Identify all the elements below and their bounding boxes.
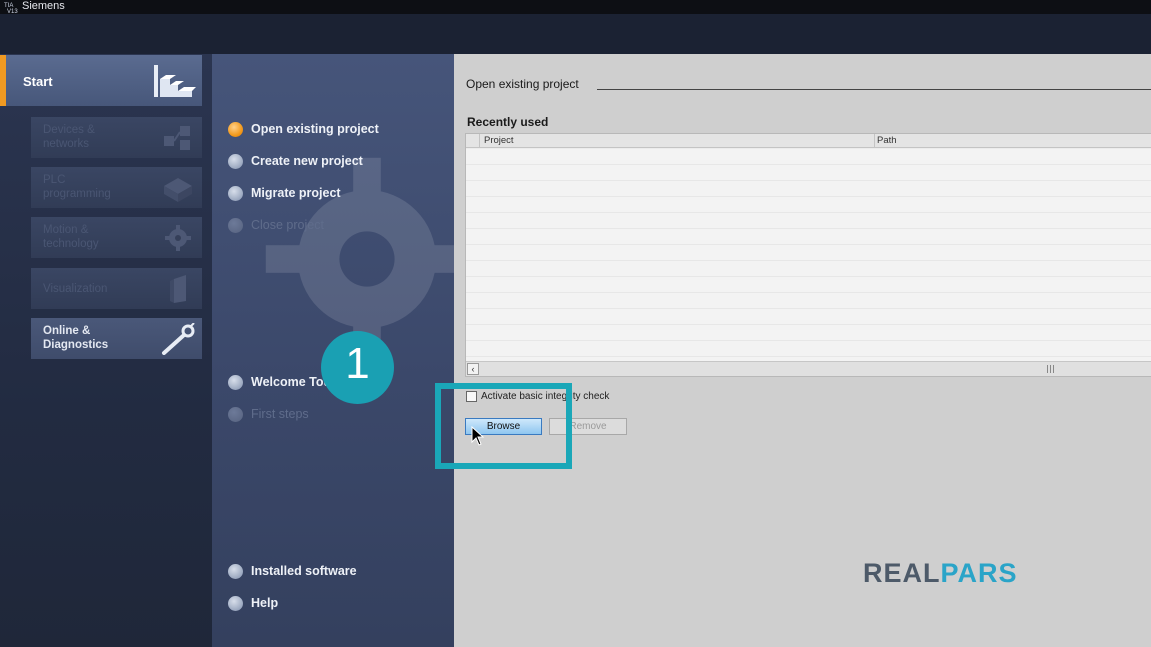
logo-part-real: REAL: [863, 558, 941, 588]
portal-tile-motion-technology: Motion & technology: [31, 217, 202, 258]
tile-label: PLC programming: [43, 174, 111, 200]
nav-first-steps: First steps: [228, 405, 309, 423]
selected-bullet-icon: [228, 121, 243, 137]
bullet-icon: [228, 563, 243, 579]
bullet-icon: [228, 406, 243, 422]
window-title: Siemens: [22, 0, 65, 12]
tile-label: Motion & technology: [43, 224, 99, 250]
motion-gear-icon: [165, 225, 191, 251]
svg-text:V13: V13: [7, 9, 18, 13]
portal-tile-devices-networks: Devices & networks: [31, 117, 202, 158]
nav-migrate-project[interactable]: Migrate project: [228, 184, 341, 202]
tile-label: Devices & networks: [43, 124, 95, 150]
horizontal-scrollbar[interactable]: ‹: [466, 361, 1151, 376]
tia-portal-logo-icon: TIA V13: [4, 3, 18, 13]
nav-create-new-project[interactable]: Create new project: [228, 152, 363, 170]
column-divider: [874, 134, 875, 148]
recently-used-label: Recently used: [467, 115, 549, 129]
nav-open-existing-project[interactable]: Open existing project: [228, 120, 379, 138]
step-number-badge: 1: [321, 331, 394, 404]
nav-help[interactable]: Help: [228, 594, 278, 612]
nav-label: Installed software: [251, 564, 357, 578]
plc-programming-icon: [164, 178, 192, 202]
portal-tile-online-diagnostics[interactable]: Online & Diagnostics: [31, 318, 202, 359]
active-accent-bar: [0, 55, 6, 106]
portal-tile-plc-programming: PLC programming: [31, 167, 202, 208]
bullet-icon: [228, 185, 243, 201]
table-header: Project Path: [466, 134, 1151, 148]
realpars-logo: REALPARS: [863, 558, 1018, 589]
bullet-icon: [228, 217, 243, 233]
nav-label: Migrate project: [251, 186, 341, 200]
nav-label: First steps: [251, 407, 309, 421]
panel-heading: Open existing project: [466, 77, 579, 91]
devices-networks-icon: [164, 126, 190, 150]
nav-label: Create new project: [251, 154, 363, 168]
table-body: [466, 149, 1151, 361]
start-stairs-icon: [154, 65, 196, 97]
title-bar: TIA V13 Siemens: [0, 0, 1151, 14]
bullet-icon: [228, 595, 243, 611]
online-diagnostics-icon: [162, 323, 195, 355]
portal-tile-visualization: Visualization: [31, 268, 202, 309]
browse-highlight-box: [435, 383, 572, 469]
column-header-project[interactable]: Project: [484, 135, 514, 146]
bullet-icon: [228, 153, 243, 169]
portal-start-tab[interactable]: Start: [0, 55, 202, 106]
nav-label: Close project: [251, 218, 324, 232]
scroll-left-icon[interactable]: ‹: [467, 363, 479, 375]
recent-projects-table[interactable]: Project Path ‹: [465, 133, 1151, 377]
top-band: [0, 14, 1151, 54]
row-select-header: [466, 134, 480, 148]
visualization-panel-icon: [170, 275, 186, 303]
nav-close-project: Close project: [228, 216, 324, 234]
heading-divider: [597, 89, 1151, 90]
nav-label: Help: [251, 596, 279, 610]
nav-installed-software[interactable]: Installed software: [228, 562, 357, 580]
bullet-icon: [228, 374, 243, 390]
mouse-cursor-icon: [471, 426, 485, 446]
tile-label: Visualization: [43, 283, 108, 295]
nav-label: Open existing project: [251, 122, 379, 136]
nav-welcome-tour[interactable]: Welcome Tour: [228, 373, 336, 391]
logo-part-pars: PARS: [940, 558, 1018, 588]
tile-label: Online & Diagnostics: [43, 325, 109, 351]
scroll-grip-icon[interactable]: [1047, 365, 1055, 373]
open-project-panel: Open existing project Recently used Proj…: [454, 54, 1151, 647]
step-number: 1: [345, 339, 370, 388]
column-header-path[interactable]: Path: [877, 135, 897, 146]
start-label: Start: [23, 74, 53, 89]
